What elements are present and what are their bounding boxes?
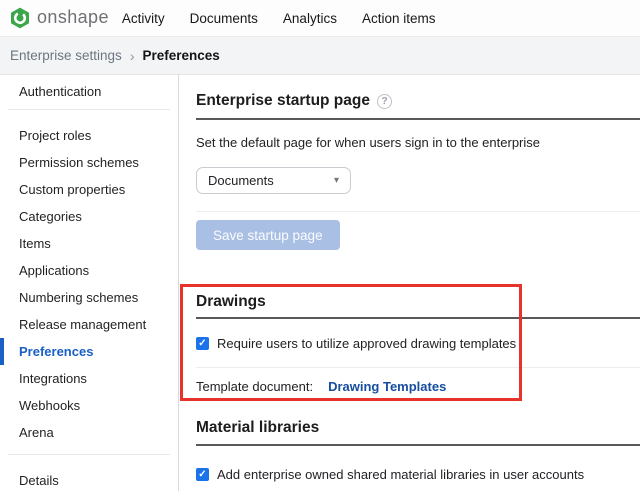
sidebar-item-authentication[interactable]: Authentication	[0, 78, 178, 105]
chevron-right-icon: ›	[129, 47, 135, 64]
primary-nav: Activity Documents Analytics Action item…	[122, 11, 436, 26]
sidebar-item-numbering-schemes[interactable]: Numbering schemes	[0, 284, 178, 311]
startup-page-select[interactable]: Documents ▾	[196, 167, 351, 194]
sidebar-item-categories[interactable]: Categories	[0, 203, 178, 230]
template-document-row: Template document: Drawing Templates	[196, 379, 446, 394]
sidebar-item-release-management[interactable]: Release management	[0, 311, 178, 338]
drawing-templates-link[interactable]: Drawing Templates	[328, 379, 446, 394]
nav-item-activity[interactable]: Activity	[122, 11, 165, 26]
onshape-logo-icon	[8, 6, 32, 30]
section-rule-light	[196, 211, 640, 212]
settings-sidebar: Authentication Project roles Permission …	[0, 75, 179, 491]
material-libraries-checkbox-row: ✓ Add enterprise owned shared material l…	[196, 467, 584, 482]
section-title-drawings: Drawings	[196, 293, 266, 310]
sidebar-item-arena[interactable]: Arena	[0, 419, 178, 446]
nav-item-action-items[interactable]: Action items	[362, 11, 436, 26]
sidebar-divider	[8, 454, 170, 455]
onshape-enterprise-settings-window: onshape Activity Documents Analytics Act…	[0, 0, 640, 491]
drawing-templates-checkbox-row: ✓ Require users to utilize approved draw…	[196, 336, 516, 351]
breadcrumb-current-page: Preferences	[142, 48, 220, 63]
section-title-enterprise-startup-page: Enterprise startup page ?	[196, 92, 392, 110]
sidebar-item-preferences[interactable]: Preferences	[0, 338, 178, 365]
save-startup-page-button[interactable]: Save startup page	[196, 220, 340, 250]
help-icon[interactable]: ?	[377, 93, 392, 109]
section-title-material-libraries: Material libraries	[196, 419, 320, 436]
sidebar-item-permission-schemes[interactable]: Permission schemes	[0, 149, 178, 176]
section-rule-light	[196, 367, 640, 368]
require-drawing-templates-checkbox[interactable]: ✓	[196, 337, 209, 350]
section-rule	[196, 118, 640, 120]
startup-page-select-value: Documents	[208, 173, 274, 188]
onshape-logo[interactable]: onshape	[8, 6, 109, 30]
sidebar-item-project-roles[interactable]: Project roles	[0, 122, 178, 149]
breadcrumb-enterprise-settings[interactable]: Enterprise settings	[10, 48, 122, 63]
template-document-label: Template document:	[196, 379, 314, 394]
section-rule	[196, 444, 640, 446]
section-title-text: Enterprise startup page	[196, 92, 370, 109]
preferences-content: Enterprise startup page ? Set the defaul…	[179, 75, 640, 491]
sidebar-item-details[interactable]: Details	[0, 467, 178, 491]
sidebar-divider	[8, 109, 170, 110]
sidebar-item-items[interactable]: Items	[0, 230, 178, 257]
material-libraries-checkbox[interactable]: ✓	[196, 468, 209, 481]
sidebar-item-webhooks[interactable]: Webhooks	[0, 392, 178, 419]
nav-item-analytics[interactable]: Analytics	[283, 11, 337, 26]
sidebar-item-custom-properties[interactable]: Custom properties	[0, 176, 178, 203]
top-nav-bar: onshape Activity Documents Analytics Act…	[0, 0, 640, 36]
chevron-down-icon: ▾	[333, 175, 339, 186]
material-libraries-label: Add enterprise owned shared material lib…	[217, 467, 585, 482]
nav-item-documents[interactable]: Documents	[190, 11, 258, 26]
onshape-wordmark: onshape	[37, 7, 109, 27]
startup-page-description: Set the default page for when users sign…	[196, 135, 540, 150]
sidebar-item-integrations[interactable]: Integrations	[0, 365, 178, 392]
require-drawing-templates-label: Require users to utilize approved drawin…	[217, 336, 517, 351]
section-rule	[196, 317, 640, 319]
breadcrumb: Enterprise settings › Preferences	[0, 36, 640, 75]
sidebar-item-applications[interactable]: Applications	[0, 257, 178, 284]
